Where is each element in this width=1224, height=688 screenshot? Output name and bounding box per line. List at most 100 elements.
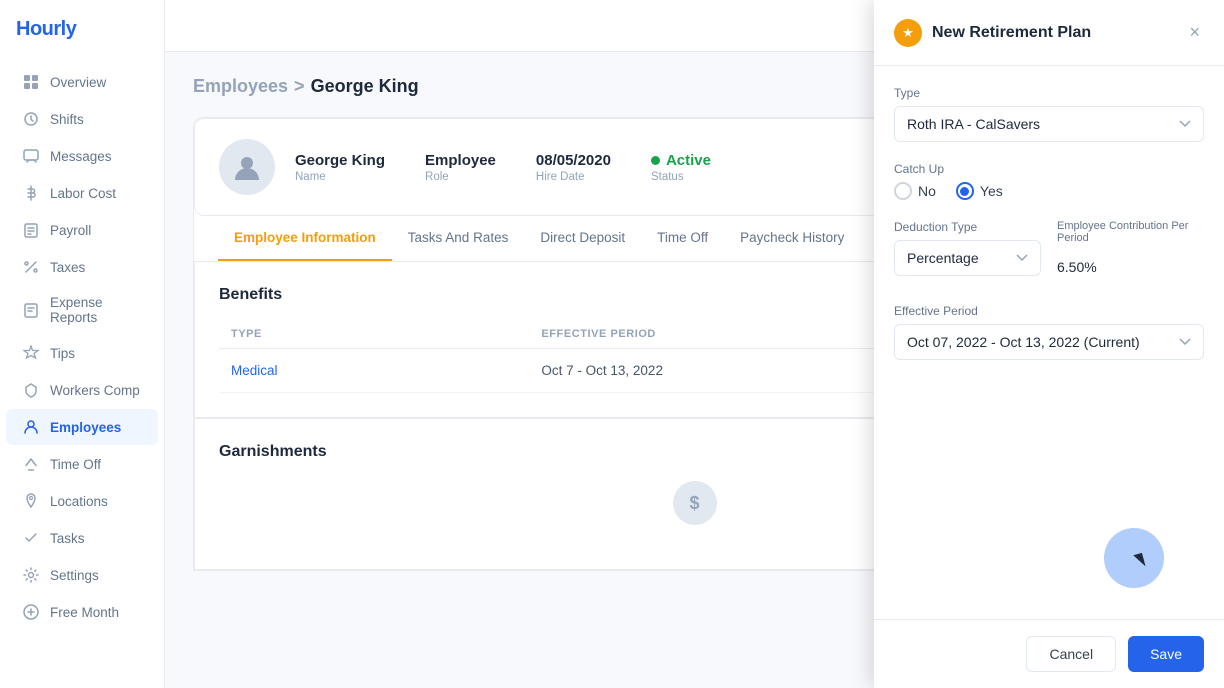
overview-icon xyxy=(22,73,40,91)
employees-icon xyxy=(22,418,40,436)
sidebar-item-label: Labor Cost xyxy=(50,186,116,201)
sidebar-item-label: Messages xyxy=(50,149,112,164)
sidebar-item-label: Workers Comp xyxy=(50,383,140,398)
tab-time-off[interactable]: Time Off xyxy=(641,216,724,261)
tasks-icon xyxy=(22,529,40,547)
panel-header: ★ New Retirement Plan × xyxy=(874,0,1224,66)
employee-hire-date-label: Hire Date xyxy=(536,171,611,183)
workers-comp-icon xyxy=(22,381,40,399)
locations-icon xyxy=(22,492,40,510)
tab-tasks-and-rates[interactable]: Tasks And Rates xyxy=(392,216,525,261)
employee-fields: George King Name Employee Role 08/05/202… xyxy=(295,152,711,183)
sidebar-item-label: Taxes xyxy=(50,260,85,275)
employee-name: George King xyxy=(295,152,385,169)
breadcrumb-parent[interactable]: Employees xyxy=(193,76,288,97)
app-logo: Hourly xyxy=(0,0,164,59)
deduction-type-select[interactable]: Percentage xyxy=(894,240,1041,276)
panel-close-button[interactable]: × xyxy=(1185,18,1204,47)
type-select[interactable]: Roth IRA - CalSavers xyxy=(894,106,1204,142)
dollar-icon: $ xyxy=(673,481,717,525)
employee-avatar xyxy=(219,139,275,195)
contribution-label: Employee Contribution Per Period xyxy=(1057,220,1204,244)
main-content: ? Contact Employees > George King George… xyxy=(165,0,1224,688)
tab-paycheck-history[interactable]: Paycheck History xyxy=(724,216,860,261)
employee-name-label: Name xyxy=(295,171,385,183)
catch-up-yes-option[interactable]: Yes xyxy=(956,182,1003,200)
panel-body: Type Roth IRA - CalSavers Catch Up No Ye… xyxy=(874,66,1224,619)
payroll-icon xyxy=(22,221,40,239)
sidebar-item-label: Payroll xyxy=(50,223,91,238)
breadcrumb-separator: > xyxy=(294,76,305,97)
employee-hire-date-field: 08/05/2020 Hire Date xyxy=(536,152,611,183)
panel-star-icon: ★ xyxy=(894,19,922,47)
sidebar-nav: Overview Shifts Messages Labor Cost Payr xyxy=(0,59,164,688)
panel-title: New Retirement Plan xyxy=(932,24,1175,42)
sidebar-item-employees[interactable]: Employees xyxy=(6,409,158,445)
time-off-icon xyxy=(22,455,40,473)
employee-status-value: Active xyxy=(666,152,711,169)
sidebar-item-label: Free Month xyxy=(50,605,119,620)
sidebar-item-label: Tips xyxy=(50,346,75,361)
type-label: Type xyxy=(894,86,1204,100)
sidebar-item-time-off[interactable]: Time Off xyxy=(6,446,158,482)
messages-icon xyxy=(22,147,40,165)
status-dot xyxy=(651,156,660,165)
sidebar-item-labor-cost[interactable]: Labor Cost xyxy=(6,175,158,211)
employee-role-field: Employee Role xyxy=(425,152,496,183)
sidebar-item-workers-comp[interactable]: Workers Comp xyxy=(6,372,158,408)
sidebar-item-messages[interactable]: Messages xyxy=(6,138,158,174)
deduction-type-label: Deduction Type xyxy=(894,220,1041,234)
sidebar-item-free-month[interactable]: Free Month xyxy=(6,594,158,630)
deduction-type-group: Deduction Type Percentage xyxy=(894,220,1041,284)
sidebar-item-label: Employees xyxy=(50,420,121,435)
employee-role: Employee xyxy=(425,152,496,169)
sidebar-item-label: Overview xyxy=(50,75,106,90)
sidebar-item-expense-reports[interactable]: Expense Reports xyxy=(6,286,158,334)
sidebar-item-taxes[interactable]: Taxes xyxy=(6,249,158,285)
employee-status: Active xyxy=(651,152,711,169)
sidebar-item-label: Expense Reports xyxy=(50,295,142,325)
sidebar-item-locations[interactable]: Locations xyxy=(6,483,158,519)
settings-icon xyxy=(22,566,40,584)
employee-status-field: Active Status xyxy=(651,152,711,183)
sidebar-item-shifts[interactable]: Shifts xyxy=(6,101,158,137)
panel-footer: Cancel Save xyxy=(874,619,1224,688)
sidebar-item-settings[interactable]: Settings xyxy=(6,557,158,593)
free-month-icon xyxy=(22,603,40,621)
catch-up-label: Catch Up xyxy=(894,162,1204,176)
catch-up-no-radio[interactable] xyxy=(894,182,912,200)
sidebar-item-tips[interactable]: Tips xyxy=(6,335,158,371)
contribution-group: Employee Contribution Per Period 6.50% xyxy=(1057,220,1204,284)
catch-up-yes-label: Yes xyxy=(980,183,1003,199)
sidebar-item-label: Time Off xyxy=(50,457,101,472)
new-retirement-panel: ★ New Retirement Plan × Type Roth IRA - … xyxy=(874,0,1224,688)
catch-up-yes-radio[interactable] xyxy=(956,182,974,200)
cancel-button[interactable]: Cancel xyxy=(1026,636,1116,672)
effective-period-select[interactable]: Oct 07, 2022 - Oct 13, 2022 (Current) xyxy=(894,324,1204,360)
employee-role-label: Role xyxy=(425,171,496,183)
type-group: Type Roth IRA - CalSavers xyxy=(894,86,1204,142)
taxes-icon xyxy=(22,258,40,276)
sidebar-item-label: Settings xyxy=(50,568,99,583)
benefits-col-type: TYPE xyxy=(219,320,529,349)
effective-period-group: Effective Period Oct 07, 2022 - Oct 13, … xyxy=(894,304,1204,360)
tips-icon xyxy=(22,344,40,362)
sidebar-item-tasks[interactable]: Tasks xyxy=(6,520,158,556)
catch-up-radio-group: No Yes xyxy=(894,182,1204,200)
sidebar-item-overview[interactable]: Overview xyxy=(6,64,158,100)
catch-up-no-option[interactable]: No xyxy=(894,182,936,200)
catch-up-group: Catch Up No Yes xyxy=(894,162,1204,200)
expense-reports-icon xyxy=(22,301,40,319)
effective-period-label: Effective Period xyxy=(894,304,1204,318)
tab-direct-deposit[interactable]: Direct Deposit xyxy=(524,216,641,261)
benefits-type[interactable]: Medical xyxy=(219,349,529,393)
tab-employee-information[interactable]: Employee Information xyxy=(218,216,392,261)
employee-name-field: George King Name xyxy=(295,152,385,183)
shifts-icon xyxy=(22,110,40,128)
sidebar-item-payroll[interactable]: Payroll xyxy=(6,212,158,248)
labor-cost-icon xyxy=(22,184,40,202)
breadcrumb-current: George King xyxy=(311,76,419,97)
sidebar: Hourly Overview Shifts Messages Labor Co… xyxy=(0,0,165,688)
save-button[interactable]: Save xyxy=(1128,636,1204,672)
employee-status-label: Status xyxy=(651,171,711,183)
